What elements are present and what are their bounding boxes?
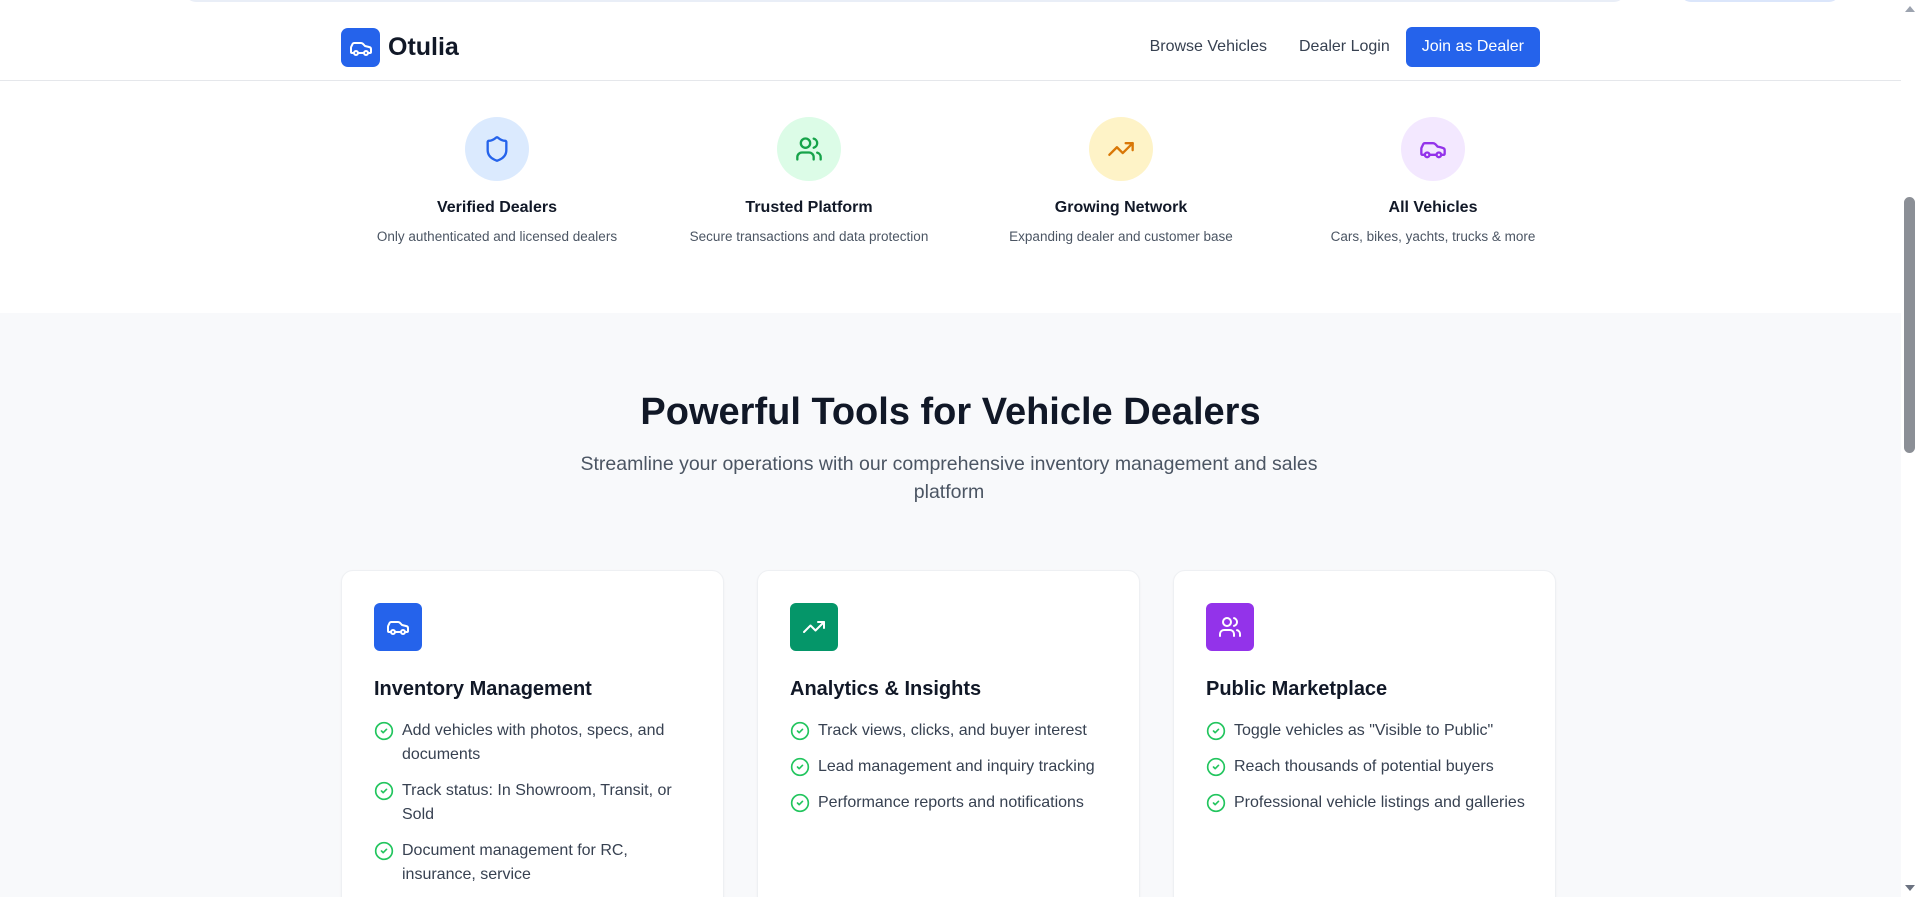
list-item-text: Lead management and inquiry tracking xyxy=(818,758,1095,775)
list-item: Lead management and inquiry tracking xyxy=(790,755,1110,779)
list-item-text: Document management for RC, insurance, s… xyxy=(402,842,628,883)
card-title: Inventory Management xyxy=(374,678,592,700)
scrollbar-thumb[interactable] xyxy=(1904,197,1915,453)
feature-list: Track views, clicks, and buyer interest … xyxy=(790,719,1110,827)
check-circle-icon xyxy=(790,793,810,813)
check-circle-icon xyxy=(790,757,810,777)
car-icon xyxy=(374,603,422,651)
check-circle-icon xyxy=(790,721,810,741)
car-icon xyxy=(1401,117,1465,181)
list-item: Add vehicles with photos, specs, and doc… xyxy=(374,719,694,767)
check-circle-icon xyxy=(1206,757,1226,777)
list-item-text: Toggle vehicles as "Visible to Public" xyxy=(1234,722,1494,739)
badge-growing-network: Growing Network Expanding dealer and cus… xyxy=(965,117,1277,244)
brand-name: Otulia xyxy=(388,33,459,61)
users-icon xyxy=(777,117,841,181)
badge-title: All Vehicles xyxy=(1388,199,1478,216)
main-nav: Browse Vehicles Dealer Login Join as Dea… xyxy=(1118,27,1540,67)
scroll-down-arrow-icon[interactable] xyxy=(1905,885,1915,891)
section-subtitle: Streamline your operations with our comp… xyxy=(580,453,1318,503)
site-header: Otulia Browse Vehicles Dealer Login Join… xyxy=(0,14,1901,81)
feature-card-analytics: Analytics & Insights Track views, clicks… xyxy=(757,570,1140,897)
check-circle-icon xyxy=(1206,793,1226,813)
shield-icon xyxy=(465,117,529,181)
trust-badges: Verified Dealers Only authenticated and … xyxy=(341,117,1557,267)
badge-title: Trusted Platform xyxy=(745,199,873,216)
car-icon xyxy=(341,28,380,67)
badge-title: Verified Dealers xyxy=(436,199,558,216)
feature-list: Toggle vehicles as "Visible to Public" R… xyxy=(1206,719,1526,827)
page: Otulia Browse Vehicles Dealer Login Join… xyxy=(0,0,1901,897)
card-title: Public Marketplace xyxy=(1206,678,1388,700)
feature-card-inventory: Inventory Management Add vehicles with p… xyxy=(341,570,724,897)
scroll-up-arrow-icon[interactable] xyxy=(1905,6,1915,12)
badge-verified-dealers: Verified Dealers Only authenticated and … xyxy=(341,117,653,244)
check-circle-icon xyxy=(374,721,394,741)
list-item: Professional vehicle listings and galler… xyxy=(1206,791,1526,815)
hero-search-bar[interactable] xyxy=(185,0,1625,2)
nav-dealer-login[interactable]: Dealer Login xyxy=(1299,38,1390,56)
list-item-text: Track views, clicks, and buyer interest xyxy=(818,722,1087,739)
check-circle-icon xyxy=(374,841,394,861)
feature-card-marketplace: Public Marketplace Toggle vehicles as "V… xyxy=(1173,570,1556,897)
list-item: Reach thousands of potential buyers xyxy=(1206,755,1526,779)
feature-list: Add vehicles with photos, specs, and doc… xyxy=(374,719,694,897)
section-title: Powerful Tools for Vehicle Dealers xyxy=(640,391,1261,433)
list-item: Track status: In Showroom, Transit, or S… xyxy=(374,779,694,827)
badge-title: Growing Network xyxy=(1054,199,1188,216)
list-item: Toggle vehicles as "Visible to Public" xyxy=(1206,719,1526,743)
check-circle-icon xyxy=(1206,721,1226,741)
hero-remnant xyxy=(0,0,1901,15)
list-item: Document management for RC, insurance, s… xyxy=(374,839,694,887)
brand-logo[interactable]: Otulia xyxy=(341,28,459,67)
list-item: Track views, clicks, and buyer interest xyxy=(790,719,1110,743)
badge-all-vehicles: All Vehicles Cars, bikes, yachts, trucks… xyxy=(1277,117,1589,244)
badge-desc: Secure transactions and data protection xyxy=(689,229,929,244)
list-item-text: Performance reports and notifications xyxy=(818,794,1084,811)
list-item-text: Professional vehicle listings and galler… xyxy=(1234,794,1525,811)
hero-search-button[interactable] xyxy=(1680,0,1840,2)
list-item-text: Add vehicles with photos, specs, and doc… xyxy=(402,722,665,763)
nav-browse-vehicles[interactable]: Browse Vehicles xyxy=(1150,38,1267,56)
badge-desc: Expanding dealer and customer base xyxy=(1009,229,1233,244)
badge-trusted-platform: Trusted Platform Secure transactions and… xyxy=(653,117,965,244)
join-as-dealer-button[interactable]: Join as Dealer xyxy=(1405,27,1540,67)
page-scrollbar[interactable] xyxy=(1901,0,1920,897)
badge-desc: Cars, bikes, yachts, trucks & more xyxy=(1330,229,1536,244)
check-circle-icon xyxy=(374,781,394,801)
trending-up-icon xyxy=(790,603,838,651)
list-item-text: Track status: In Showroom, Transit, or S… xyxy=(402,782,672,823)
users-icon xyxy=(1206,603,1254,651)
list-item: Performance reports and notifications xyxy=(790,791,1110,815)
trending-up-icon xyxy=(1089,117,1153,181)
list-item-text: Reach thousands of potential buyers xyxy=(1234,758,1494,775)
card-title: Analytics & Insights xyxy=(790,678,982,700)
badge-desc: Only authenticated and licensed dealers xyxy=(376,229,618,244)
